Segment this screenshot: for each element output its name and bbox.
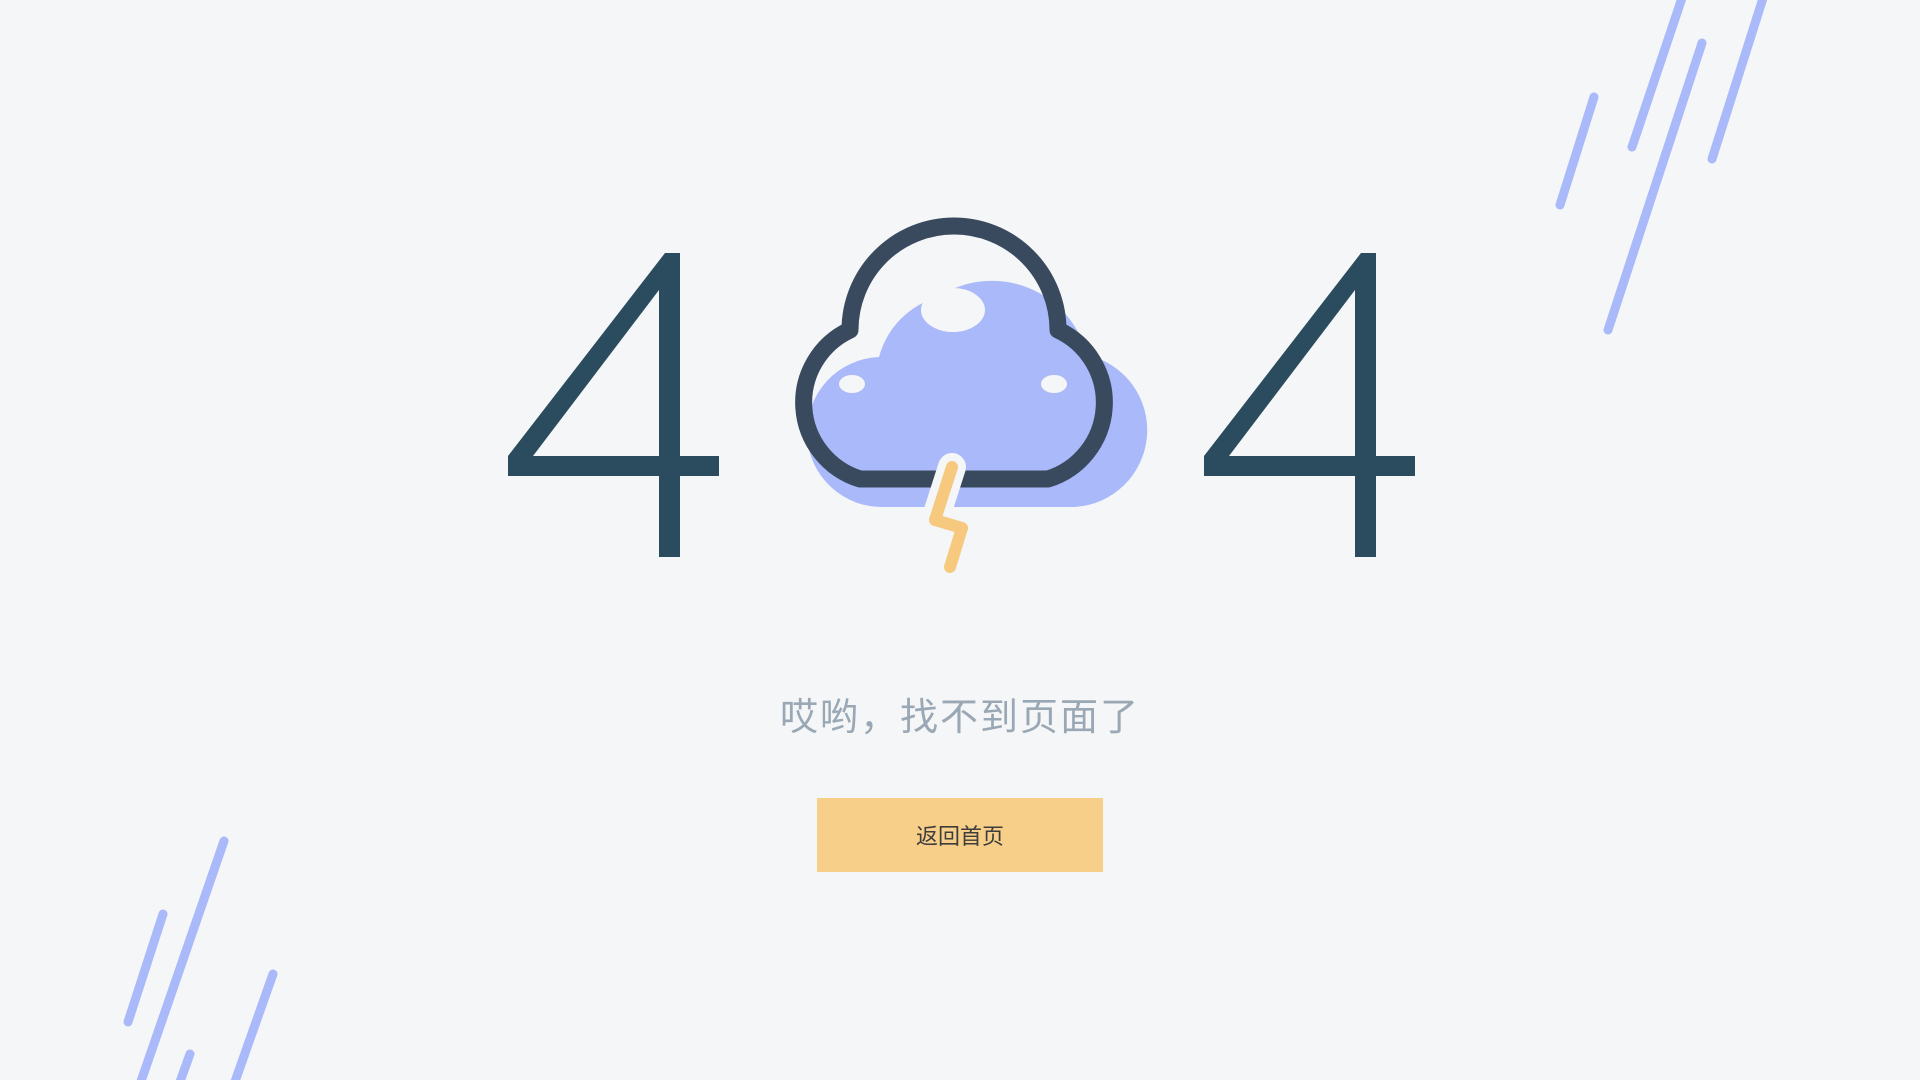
error-message: 哎哟，找不到页面了 <box>779 695 1140 739</box>
back-to-home-button[interactable]: 返回首页 <box>817 798 1103 872</box>
not-found-page: 哎哟，找不到页面了 返回首页 <box>0 0 1920 1080</box>
back-to-home-label: 返回首页 <box>915 825 1004 850</box>
error-404-graphic <box>508 217 1415 581</box>
digit-four-right <box>1204 253 1415 557</box>
cloud-with-lightning-icon <box>795 217 1148 581</box>
digit-four-left <box>508 253 719 557</box>
